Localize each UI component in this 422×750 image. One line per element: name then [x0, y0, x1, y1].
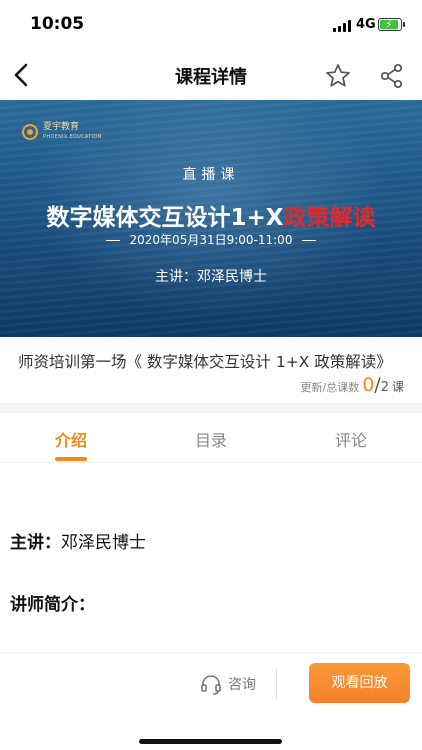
signal-icon: [333, 20, 353, 32]
brand-name: 夏宇教育: [43, 122, 80, 132]
headline-highlight: 政策解读: [283, 205, 376, 231]
lesson-count: 更新/总课数 0 / 2 课: [300, 374, 404, 396]
share-button[interactable]: [378, 62, 406, 90]
intro-speaker: 主讲：邓泽民博士: [10, 528, 146, 553]
headline-main: 数字媒体交互设计1+X: [46, 205, 284, 231]
brand-logo: 夏宇教育 PHOENIX EDUCATION: [22, 122, 102, 142]
speaker-label: 主讲：: [10, 533, 61, 553]
count-updated: 0: [362, 374, 375, 396]
banner-speaker: 主讲：邓泽民博士: [155, 269, 267, 285]
consult-button[interactable]: 咨询: [200, 673, 256, 695]
brand-subtitle: PHOENIX EDUCATION: [43, 134, 102, 140]
vertical-divider: [276, 669, 277, 699]
headset-icon: [201, 675, 221, 695]
star-outline-icon: [326, 64, 350, 87]
course-title: 师资培训第一场《 数字媒体交互设计 1+X 政策解读》: [18, 353, 392, 371]
tab-intro[interactable]: 介绍: [31, 427, 111, 451]
count-label: 更新/总课数: [300, 381, 360, 394]
charging-icon: ⚡: [385, 18, 393, 31]
battery-cap: [403, 22, 405, 27]
network-label: 4G: [356, 17, 376, 32]
speaker-name: 邓泽民博士: [61, 533, 146, 553]
tab-bar: 介绍 目录 评论: [0, 413, 422, 463]
count-unit: 课: [391, 380, 404, 394]
nav-bar: 课程详情: [0, 50, 422, 100]
brand-mark-icon: [22, 124, 38, 140]
bio-heading: 讲师简介：: [10, 595, 95, 615]
watch-replay-button[interactable]: 观看回放: [309, 663, 410, 703]
favorite-button[interactable]: [324, 62, 352, 90]
banner-headline: 数字媒体交互设计1+X政策解读: [0, 198, 422, 232]
active-tab-indicator: [55, 457, 87, 461]
live-tag: 直播课: [182, 167, 240, 183]
tab-catalog[interactable]: 目录: [171, 427, 251, 451]
banner-date: 2020年05月31日9:00-11:00: [0, 231, 422, 248]
page-title: 课程详情: [175, 67, 247, 88]
count-total: 2: [380, 380, 389, 395]
course-banner: 夏宇教育 PHOENIX EDUCATION 直播课 数字媒体交互设计1+X政策…: [0, 100, 422, 337]
home-indicator: [139, 739, 282, 744]
bottom-action-bar: 咨询 观看回放: [0, 652, 422, 750]
consult-label: 咨询: [228, 677, 256, 693]
tab-comments[interactable]: 评论: [311, 427, 391, 451]
share-icon: [380, 63, 403, 89]
section-divider: [0, 403, 422, 413]
date-time: 2020年05月31日9:00-11:00: [129, 233, 293, 247]
status-time: 10:05: [30, 14, 85, 34]
status-bar: 10:05 4G ⚡: [0, 0, 422, 50]
